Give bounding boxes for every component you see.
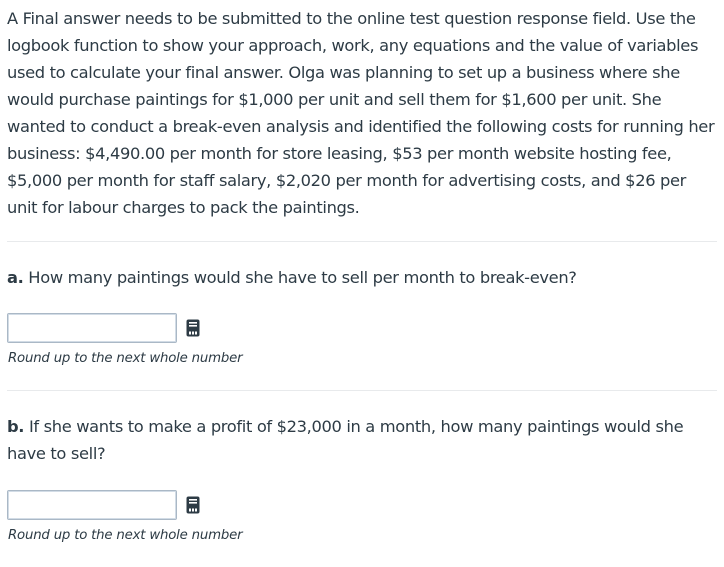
question-b-text: If she wants to make a profit of $23,000… xyxy=(7,417,684,463)
answer-input-a[interactable] xyxy=(7,313,177,343)
answer-row-b xyxy=(7,489,200,521)
divider xyxy=(7,241,717,242)
divider xyxy=(7,390,717,391)
logbook-icon[interactable] xyxy=(186,496,200,514)
answer-input-b[interactable] xyxy=(7,490,177,520)
answer-row-a xyxy=(7,312,200,344)
hint-a: Round up to the next whole number xyxy=(8,351,243,366)
question-a-text: How many paintings would she have to sel… xyxy=(23,268,577,287)
question-a-label: a. xyxy=(7,268,24,287)
hint-b: Round up to the next whole number xyxy=(8,528,243,543)
question-a: a. How many paintings would she have to … xyxy=(7,264,719,291)
question-b: b. If she wants to make a profit of $23,… xyxy=(7,413,719,467)
question-intro: A Final answer needs to be submitted to … xyxy=(7,9,715,217)
logbook-icon[interactable] xyxy=(186,319,200,337)
question-b-label: b. xyxy=(7,417,25,436)
